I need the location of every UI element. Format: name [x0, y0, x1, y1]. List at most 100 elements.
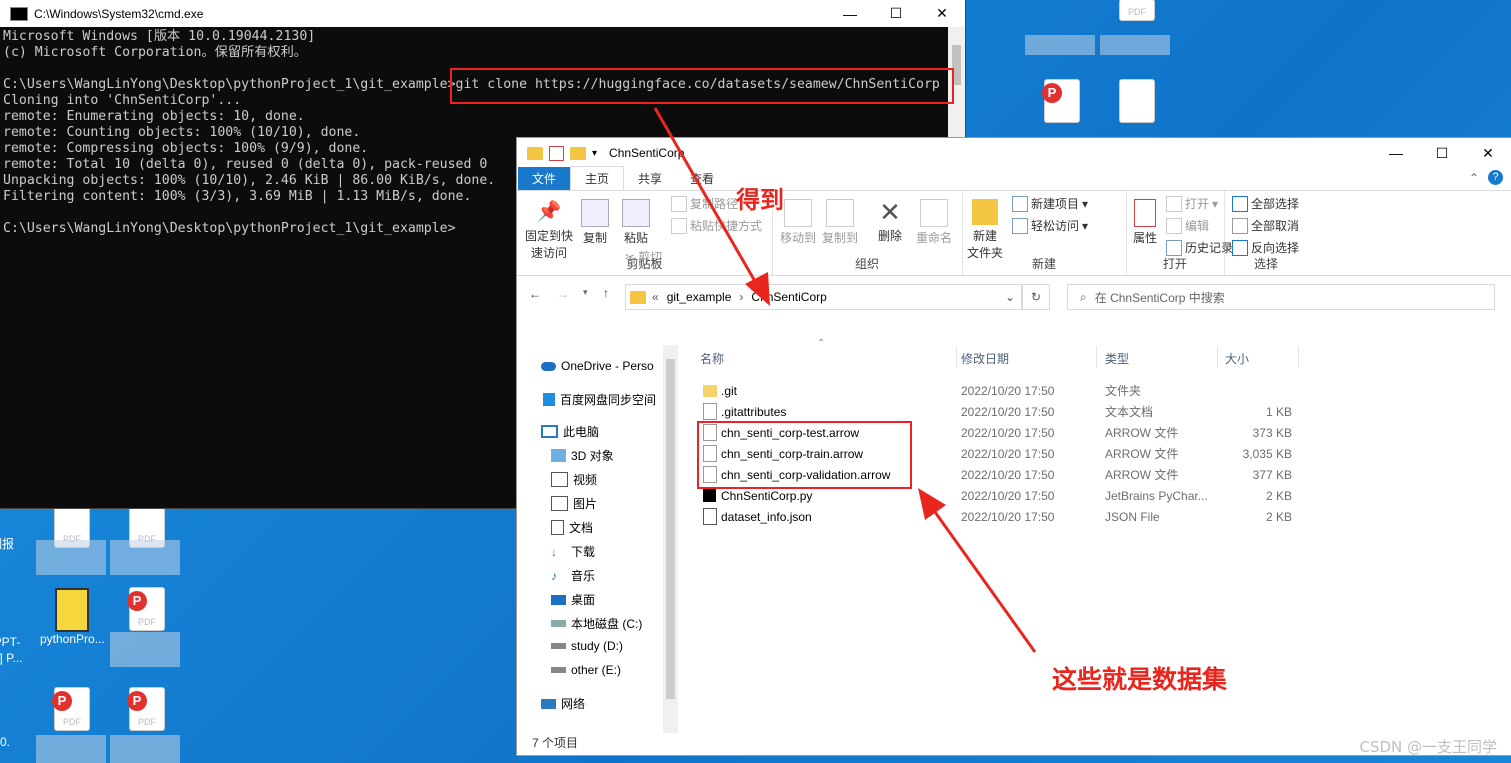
nav-music[interactable]: ♪ 音乐: [551, 567, 595, 584]
blurred-label: [36, 735, 106, 763]
minimize-button[interactable]: —: [1373, 140, 1419, 167]
desktop-icon-pdf-3[interactable]: P PDF: [115, 588, 179, 630]
desktop-icon-pdf-top-2[interactable]: [1105, 80, 1169, 122]
nav-pictures[interactable]: 图片: [551, 495, 597, 512]
copy-icon: [581, 199, 609, 227]
back-icon[interactable]: ←: [529, 287, 541, 301]
explorer-title-bar[interactable]: ▾ ChnSentiCorp — ☐ ✕: [517, 138, 1511, 168]
refresh-button[interactable]: ↻: [1022, 284, 1050, 310]
paste-button[interactable]: 粘贴: [619, 199, 653, 246]
table-row[interactable]: .gitattributes 2022/10/20 17:50 文本文档 1 K…: [697, 401, 1297, 422]
move-icon: [784, 199, 812, 227]
new-folder-button[interactable]: 新建 文件夹: [964, 199, 1006, 261]
baidu-icon: [543, 393, 555, 406]
copy-to-button[interactable]: 复制到: [820, 199, 860, 246]
chevron-down-icon[interactable]: ▾: [592, 148, 597, 159]
chevron-down-icon[interactable]: ⌄: [1005, 290, 1015, 304]
cmd-title-bar[interactable]: C:\Windows\System32\cmd.exe — ☐ ✕: [0, 0, 965, 27]
drive-icon: [551, 643, 566, 649]
delete-button[interactable]: ✕ 删除: [870, 199, 910, 244]
column-header-type[interactable]: 类型: [1105, 350, 1129, 367]
desktop-icon-pdf-4[interactable]: P PDF: [40, 688, 104, 730]
breadcrumb-git-example[interactable]: git_example: [667, 290, 732, 304]
nav-scrollbar[interactable]: [663, 345, 678, 733]
column-separator: [1096, 346, 1097, 368]
download-icon: ↓: [551, 544, 557, 559]
nav-desktop[interactable]: 桌面: [551, 591, 595, 608]
tab-home[interactable]: 主页: [570, 166, 625, 190]
nav-onedrive[interactable]: OneDrive - Perso: [541, 359, 654, 373]
column-header-size[interactable]: 大小: [1225, 350, 1249, 367]
tab-view[interactable]: 查看: [676, 167, 728, 190]
close-button[interactable]: ✕: [1465, 140, 1511, 167]
tab-file[interactable]: 文件: [518, 167, 571, 190]
maximize-button[interactable]: ☐: [1419, 140, 1465, 167]
desktop-icon-pdf-top-1[interactable]: P: [1030, 80, 1094, 122]
nav-documents[interactable]: 文档: [551, 519, 593, 536]
chevron-down-icon[interactable]: ▾: [583, 287, 588, 298]
column-header-date[interactable]: 修改日期: [961, 350, 1009, 367]
history-button[interactable]: 历史记录: [1166, 239, 1233, 256]
sort-chevron-up-icon: ⌃: [817, 338, 826, 349]
nav-downloads[interactable]: ↓ 下载: [551, 543, 595, 560]
open-button[interactable]: 打开 ▾: [1166, 195, 1218, 212]
desktop-icon-pdf-top-3[interactable]: PDF: [1105, 0, 1169, 20]
tab-share[interactable]: 共享: [624, 167, 676, 190]
copy-button[interactable]: 复制: [579, 199, 611, 246]
table-row[interactable]: dataset_info.json 2022/10/20 17:50 JSON …: [697, 506, 1297, 527]
nav-drive-d[interactable]: study (D:): [551, 639, 623, 653]
new-folder-quick-icon[interactable]: [570, 146, 586, 160]
nav-3d-objects[interactable]: 3D 对象: [551, 447, 614, 464]
search-box[interactable]: ⌕ 在 ChnSentiCorp 中搜索: [1067, 284, 1495, 310]
properties-quick-icon[interactable]: [549, 145, 564, 161]
move-to-button[interactable]: 移动到: [778, 199, 818, 246]
refresh-icon: ↻: [1030, 290, 1042, 304]
minimize-button[interactable]: —: [827, 0, 873, 27]
nav-network[interactable]: 网络: [541, 695, 585, 712]
nav-baidu[interactable]: 百度网盘同步空间: [543, 391, 656, 408]
forward-icon[interactable]: →: [557, 287, 569, 301]
up-icon[interactable]: ↑: [603, 286, 609, 300]
scroll-thumb[interactable]: [666, 359, 675, 699]
blurred-label: [1100, 35, 1170, 55]
file-icon: [703, 403, 717, 420]
folder-icon: [703, 384, 717, 397]
nav-drive-c[interactable]: 本地磁盘 (C:): [551, 615, 642, 632]
desktop-icon-pycharm-project[interactable]: pythonPro...: [40, 588, 105, 646]
easy-access-button[interactable]: 轻松访问 ▾: [1012, 217, 1088, 234]
explorer-window[interactable]: ▾ ChnSentiCorp — ☐ ✕ 文件 主页 共享 查看 ⌃ ? 📌 固…: [517, 138, 1511, 755]
desktop-icon-pdf-5[interactable]: P PDF: [115, 688, 179, 730]
copy-path-button[interactable]: 复制路径: [671, 195, 738, 212]
folder-icon: [630, 290, 646, 304]
invert-selection-button[interactable]: 反向选择: [1232, 239, 1299, 256]
folder-icon: [527, 146, 543, 160]
annotation-got: 得到: [736, 186, 784, 214]
address-bar[interactable]: « git_example › ChnSentiCorp ⌄: [625, 284, 1022, 310]
properties-button[interactable]: 属性: [1130, 199, 1160, 246]
help-icon[interactable]: ?: [1488, 170, 1503, 185]
breadcrumb-chnsenticorp[interactable]: ChnSentiCorp: [751, 290, 826, 304]
highlight-git-clone: [450, 68, 954, 104]
navigation-bar: ← → ▾ ↑ « git_example › ChnSentiCorp ⌄ ↻…: [517, 276, 1511, 316]
navigation-pane[interactable]: OneDrive - Perso 百度网盘同步空间 此电脑 3D 对象 视频 图…: [517, 345, 678, 733]
paste-shortcut-icon: [671, 217, 687, 234]
maximize-button[interactable]: ☐: [873, 0, 919, 27]
new-item-button[interactable]: 新建项目 ▾: [1012, 195, 1088, 212]
select-all-button[interactable]: 全部选择: [1232, 195, 1299, 212]
nav-videos[interactable]: 视频: [551, 471, 597, 488]
close-button[interactable]: ✕: [919, 0, 965, 27]
nav-drive-e[interactable]: other (E:): [551, 663, 621, 677]
chevron-up-icon[interactable]: ⌃: [1469, 171, 1479, 185]
column-separator: [956, 346, 957, 368]
search-placeholder: 在 ChnSentiCorp 中搜索: [1094, 290, 1225, 305]
edit-button[interactable]: 编辑: [1166, 217, 1209, 234]
table-row[interactable]: .git 2022/10/20 17:50 文件夹: [697, 380, 1297, 401]
select-none-button[interactable]: 全部取消: [1232, 217, 1299, 234]
paste-shortcut-button[interactable]: 粘贴快捷方式: [671, 217, 762, 234]
column-header-name[interactable]: 名称: [700, 350, 724, 367]
nav-this-pc[interactable]: 此电脑: [541, 423, 599, 440]
cmd-icon: [10, 6, 28, 21]
document-icon: [551, 520, 564, 535]
rename-button[interactable]: 重命名: [912, 199, 956, 246]
pin-quick-access-button[interactable]: 📌 固定到快 速访问: [523, 199, 575, 261]
